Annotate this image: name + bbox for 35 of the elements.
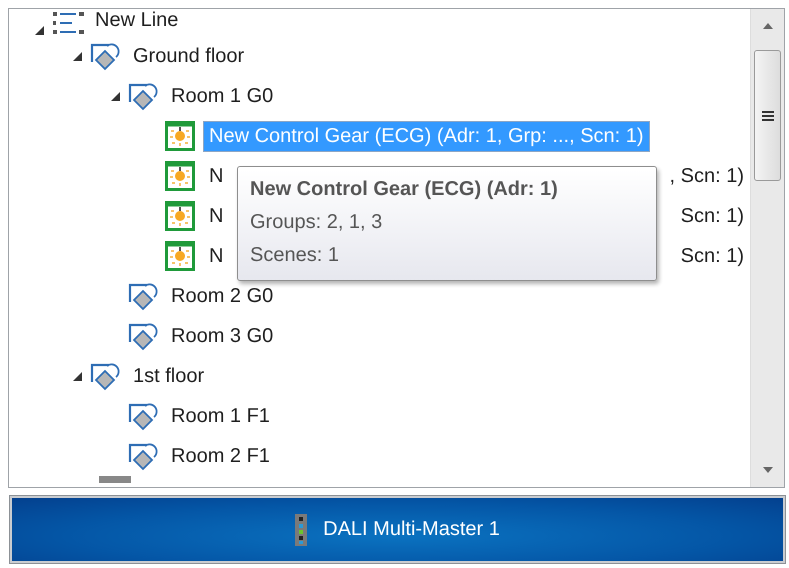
lamp-icon [165,241,195,271]
tooltip-text: Scenes: 1 [250,243,340,268]
area-node[interactable]: Room 2 F1 [165,440,276,472]
control-gear-node[interactable]: N [203,160,230,192]
tooltip-text: Groups: 2, 1, 3 [250,210,384,235]
scrollbar[interactable] [750,9,784,487]
grip-icon [762,110,774,122]
lamp-icon [165,201,195,231]
area-node[interactable]: Room 1 F1 [165,400,276,432]
scroll-thumb[interactable] [754,50,781,181]
scroll-down-icon[interactable] [762,465,774,475]
device-bar[interactable]: DALI Multi-Master 1 [10,496,785,563]
expanded-arrow-icon[interactable] [72,370,82,382]
tree-node-text: Scn: 1) [680,244,744,268]
area-node[interactable]: Ground floor [127,40,250,72]
partial-node-icon [99,476,131,483]
expanded-arrow-icon[interactable] [34,25,44,36]
expanded-arrow-icon[interactable] [72,50,82,62]
tree-node-text: Scn: 1) [680,204,744,228]
tree-node-text: , Scn: 1) [670,164,744,188]
scroll-up-icon[interactable] [762,21,774,31]
area-node[interactable]: Room 3 G0 [165,320,280,352]
control-gear-node[interactable]: N [203,200,230,232]
line-icon [51,10,87,36]
area-node[interactable]: Room 2 G0 [165,280,280,312]
area-node[interactable]: 1st floor [127,360,210,392]
device-name: DALI Multi-Master 1 [323,518,500,541]
device-icon [295,514,308,546]
line-node[interactable]: New Line [89,9,184,36]
tooltip-title: New Control Gear (ECG) (Adr: 1) [250,177,559,202]
expanded-arrow-icon[interactable] [110,90,120,102]
area-node[interactable]: Room 1 G0 [165,80,280,112]
control-gear-node[interactable]: N [203,240,230,272]
lamp-icon [165,161,195,191]
lamp-icon [165,121,195,151]
